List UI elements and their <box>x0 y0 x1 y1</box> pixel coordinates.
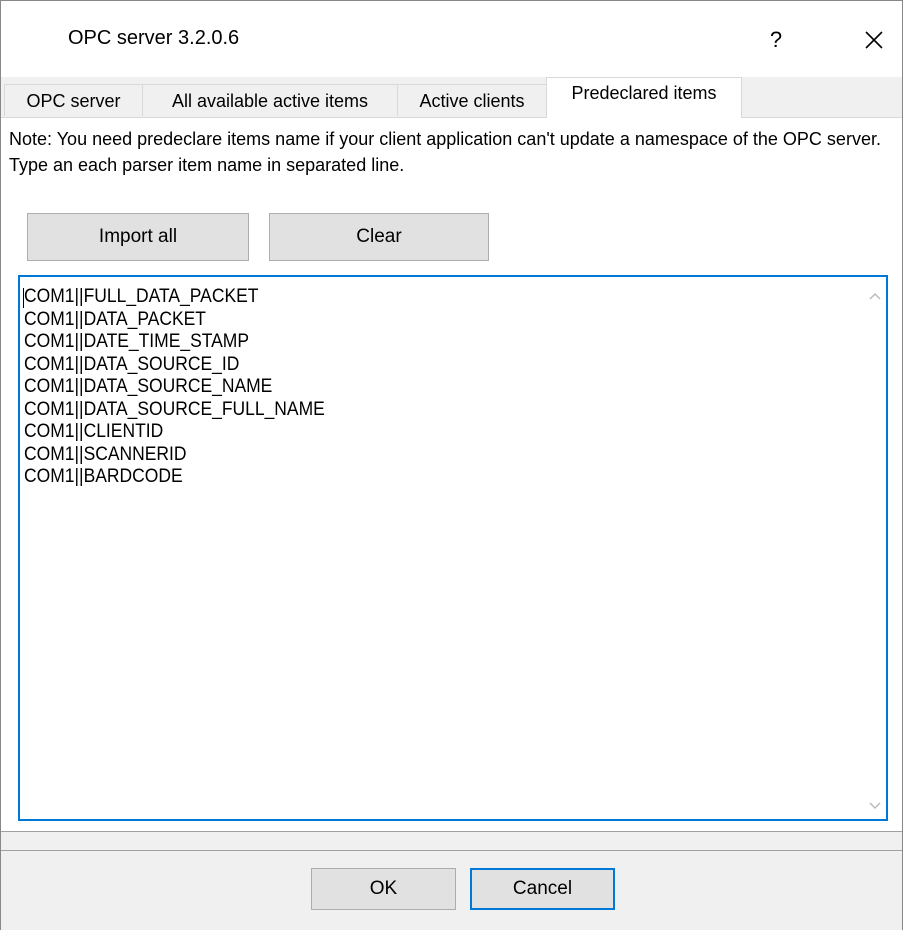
note-text: Note: You need predeclare items name if … <box>9 129 881 175</box>
opc-server-dialog: OPC server 3.2.0.6 ? OPC server All avai… <box>0 0 903 930</box>
item-line: COM1||DATE_TIME_STAMP <box>24 331 250 352</box>
chevron-up-icon <box>869 293 881 300</box>
title-bar[interactable]: OPC server 3.2.0.6 ? <box>1 1 902 77</box>
item-line: COM1||DATA_PACKET <box>24 308 206 330</box>
item-line: COM1||SCANNERID <box>24 443 187 465</box>
dialog-footer: OK Cancel <box>1 831 902 930</box>
predeclared-items-panel: Note: You need predeclare items name if … <box>1 117 902 831</box>
help-button[interactable]: ? <box>759 23 793 57</box>
item-line: COM1||DATA_SOURCE_ID <box>24 353 240 375</box>
cancel-button[interactable]: Cancel <box>470 868 615 910</box>
item-line: COM1||DATA_SOURCE_NAME <box>24 376 273 397</box>
tab-strip: OPC server All available active items Ac… <box>1 77 902 118</box>
tab-predeclared-items[interactable]: Predeclared items <box>546 77 742 118</box>
tab-all-available-active-items[interactable]: All available active items <box>142 84 398 116</box>
ok-button[interactable]: OK <box>311 868 456 910</box>
close-button[interactable] <box>857 23 891 57</box>
scroll-down-button[interactable] <box>866 797 884 815</box>
chevron-down-icon <box>869 802 881 809</box>
window-title: OPC server 3.2.0.6 <box>68 27 240 49</box>
scroll-up-button[interactable] <box>866 287 884 305</box>
item-line: COM1||BARDCODE <box>24 466 183 487</box>
import-all-button[interactable]: Import all <box>27 213 249 261</box>
footer-divider <box>1 850 902 851</box>
tab-active-clients[interactable]: Active clients <box>397 84 547 116</box>
item-line: COM1||CLIENTID <box>24 421 164 442</box>
predeclared-items-textarea[interactable]: COM1||FULL_DATA_PACKET COM1||DATA_PACKET C… <box>18 275 888 821</box>
close-icon <box>865 31 883 49</box>
item-line: COM1||FULL_DATA_PACKET <box>24 286 259 307</box>
item-list: COM1||FULL_DATA_PACKET COM1||DATA_PACKET C… <box>24 286 325 489</box>
clear-button[interactable]: Clear <box>269 213 489 261</box>
item-line: COM1||DATA_SOURCE_FULL_NAME <box>24 398 325 420</box>
tab-opc-server[interactable]: OPC server <box>4 84 143 116</box>
